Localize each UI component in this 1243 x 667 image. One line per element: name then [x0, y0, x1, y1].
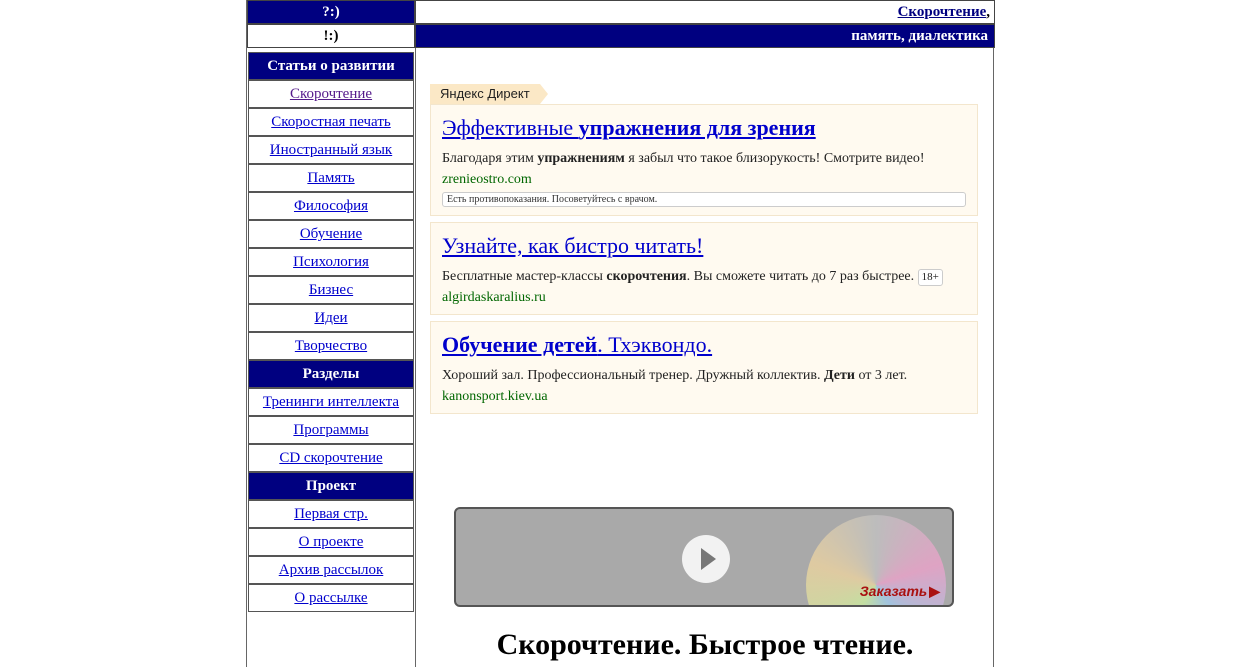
- sidebar-item-about[interactable]: О проекте: [248, 528, 414, 556]
- ad-text: Бесплатные мастер-классы скорочтения. Вы…: [442, 267, 966, 287]
- ad-text: Благодаря этим упражнениям я забыл что т…: [442, 149, 966, 169]
- ad-text-bold: скорочтения: [606, 269, 687, 284]
- sidebar-link[interactable]: CD скорочтение: [279, 450, 382, 466]
- sidebar-link[interactable]: Память: [307, 170, 354, 186]
- ad-text-bold: упражнениям: [537, 151, 625, 166]
- ad-title-link[interactable]: Обучение детей. Тхэквондо.: [442, 332, 966, 358]
- yandex-direct-ads: Яндекс Директ Эффективные упражнения для…: [430, 84, 978, 420]
- sidebar-section-articles: Статьи о развитии: [248, 52, 414, 80]
- header-top-right: Скорочтение,: [415, 0, 995, 24]
- ad-warning: Есть противопоказания. Посоветуйтесь с в…: [442, 192, 966, 207]
- age-rating-badge: 18+: [917, 269, 943, 286]
- ad-title-bold: Обучение детей: [442, 332, 598, 357]
- header-bottom-right: память, диалектика: [415, 24, 995, 48]
- sidebar-link[interactable]: Идеи: [314, 310, 347, 326]
- ad-url[interactable]: kanonsport.kiev.ua: [442, 389, 966, 405]
- sidebar-item-memory[interactable]: Память: [248, 164, 414, 192]
- sidebar-link[interactable]: Обучение: [300, 226, 362, 242]
- sidebar-item-ideas[interactable]: Идеи: [248, 304, 414, 332]
- header-comma: ,: [986, 4, 990, 20]
- ad-item: Узнайте, как бистро читать! Бесплатные м…: [430, 222, 978, 315]
- ad-text-part: от 3 лет.: [854, 368, 908, 383]
- play-icon[interactable]: [682, 535, 730, 583]
- ad-tag[interactable]: Яндекс Директ: [430, 84, 548, 104]
- ad-title-part: Узнайте, как бистро читать!: [442, 233, 704, 258]
- ad-url[interactable]: zrenieostro.com: [442, 172, 966, 188]
- order-button[interactable]: Заказать: [860, 583, 940, 600]
- promo-video[interactable]: Заказать: [454, 507, 954, 607]
- header-smiley-exclaim: !:): [323, 28, 339, 44]
- sidebar-item-about-newsletter[interactable]: О рассылке: [248, 584, 414, 612]
- sidebar-item-cd-speed-reading[interactable]: CD скорочтение: [248, 444, 414, 472]
- sidebar: Статьи о развитии Скорочтение Скоростная…: [248, 52, 414, 612]
- sidebar-link[interactable]: Архив рассылок: [279, 562, 384, 578]
- ad-text: Хороший зал. Профессиональный тренер. Др…: [442, 366, 966, 386]
- sidebar-link[interactable]: Тренинги интеллекта: [263, 394, 399, 410]
- sidebar-section-sections: Разделы: [248, 360, 414, 388]
- sidebar-link[interactable]: Творчество: [295, 338, 367, 354]
- page-headline: Скорочтение. Быстрое чтение.: [496, 628, 914, 661]
- sidebar-link[interactable]: Бизнес: [309, 282, 353, 298]
- sidebar-link[interactable]: Философия: [294, 198, 368, 214]
- sidebar-item-psychology[interactable]: Психология: [248, 248, 414, 276]
- sidebar-item-learning[interactable]: Обучение: [248, 220, 414, 248]
- ad-text-part: я забыл что такое близорукость! Смотрите…: [624, 151, 925, 166]
- sidebar-item-intellect-trainings[interactable]: Тренинги интеллекта: [248, 388, 414, 416]
- ad-title-link[interactable]: Узнайте, как бистро читать!: [442, 233, 966, 259]
- header-bottom-left: !:): [247, 24, 415, 48]
- sidebar-link[interactable]: О проекте: [299, 534, 364, 550]
- sidebar-item-business[interactable]: Бизнес: [248, 276, 414, 304]
- sidebar-link[interactable]: Программы: [293, 422, 368, 438]
- sidebar-section-project: Проект: [248, 472, 414, 500]
- sidebar-link[interactable]: Первая стр.: [294, 506, 368, 522]
- sidebar-item-speed-typing[interactable]: Скоростная печать: [248, 108, 414, 136]
- ad-text-part: Хороший зал. Профессиональный тренер. Др…: [442, 368, 824, 383]
- sidebar-link[interactable]: Психология: [293, 254, 369, 270]
- sidebar-item-foreign-language[interactable]: Иностранный язык: [248, 136, 414, 164]
- sidebar-item-newsletter-archive[interactable]: Архив рассылок: [248, 556, 414, 584]
- ad-title-bold: упражнения для зрения: [578, 115, 816, 140]
- sidebar-item-speed-reading[interactable]: Скорочтение: [248, 80, 414, 108]
- sidebar-item-philosophy[interactable]: Философия: [248, 192, 414, 220]
- sidebar-item-programs[interactable]: Программы: [248, 416, 414, 444]
- sidebar-item-home[interactable]: Первая стр.: [248, 500, 414, 528]
- header-speed-reading-link[interactable]: Скорочтение: [898, 4, 987, 20]
- ad-text-part: . Вы сможете читать до 7 раз быстрее.: [686, 269, 918, 284]
- header-smiley-question: ?:): [322, 4, 340, 20]
- header-subtitle: память, диалектика: [851, 28, 988, 44]
- ad-text-part: Бесплатные мастер-классы: [442, 269, 607, 284]
- ad-text-bold: Дети: [824, 368, 855, 383]
- ad-title-link[interactable]: Эффективные упражнения для зрения: [442, 115, 966, 141]
- ad-title-part: . Тхэквондо.: [597, 332, 713, 357]
- sidebar-link[interactable]: Скоростная печать: [271, 114, 390, 130]
- ad-text-part: Благодаря этим: [442, 151, 538, 166]
- ad-item: Обучение детей. Тхэквондо. Хороший зал. …: [430, 321, 978, 414]
- header-top-left: ?:): [247, 0, 415, 24]
- sidebar-link[interactable]: Иностранный язык: [270, 142, 392, 158]
- sidebar-link[interactable]: О рассылке: [294, 590, 367, 606]
- ad-url[interactable]: algirdaskaralius.ru: [442, 290, 966, 306]
- sidebar-link[interactable]: Скорочтение: [290, 86, 372, 102]
- sidebar-item-creativity[interactable]: Творчество: [248, 332, 414, 360]
- sidebar-divider: [415, 48, 416, 667]
- ad-title-part: Эффективные: [442, 115, 579, 140]
- ad-item: Эффективные упражнения для зрения Благод…: [430, 104, 978, 216]
